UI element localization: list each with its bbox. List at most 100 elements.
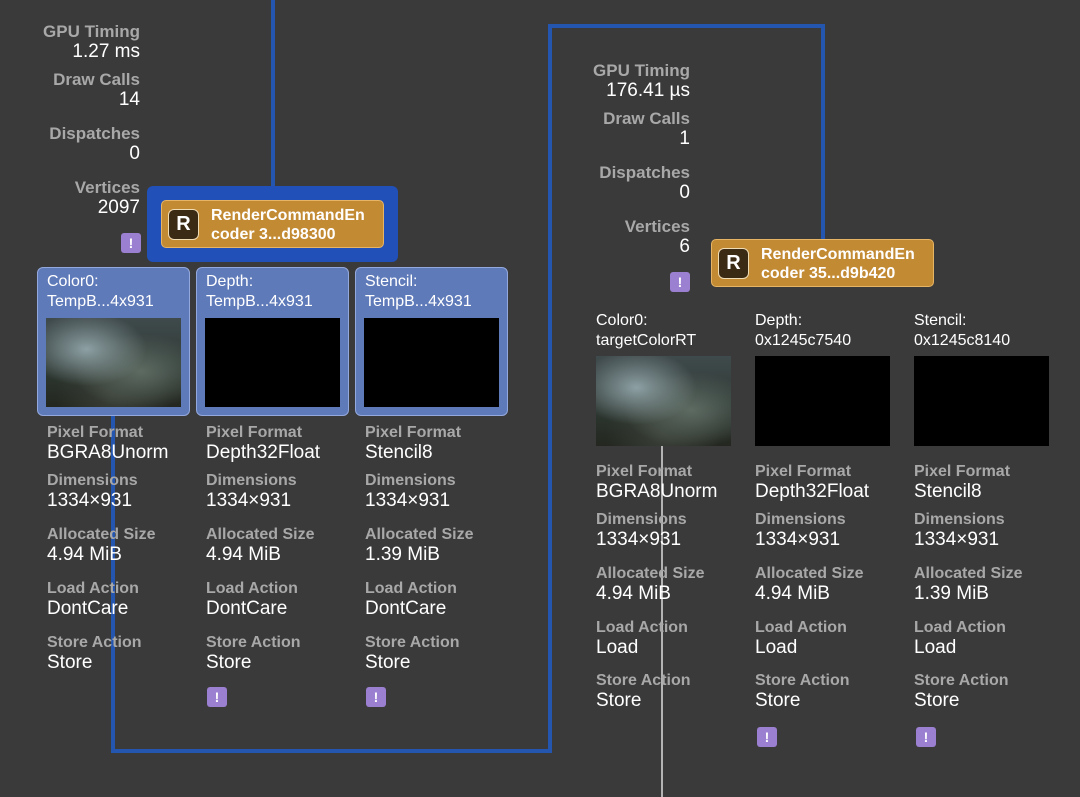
draw-calls-label: Draw Calls (53, 70, 140, 89)
attachment-title: Depth: (755, 312, 803, 329)
texture-thumbnail[interactable] (914, 356, 1049, 446)
texture-thumbnail[interactable] (596, 356, 731, 446)
dimensions-label: Dimensions (365, 472, 456, 489)
render-command-encoder-node[interactable]: R RenderCommandEn coder 3...d98300 (161, 200, 384, 248)
pixel-format-label: Pixel Format (206, 424, 303, 441)
connector-line (111, 749, 552, 753)
dispatches-label: Dispatches (599, 163, 690, 182)
attachment-title: Depth: (206, 273, 254, 290)
pixel-format-value: Stencil8 (914, 481, 982, 502)
dimensions-value: 1334×931 (206, 490, 292, 511)
warning-icon[interactable]: ! (670, 272, 690, 292)
vertices-label: Vertices (624, 217, 690, 236)
connector-line (821, 24, 825, 241)
connector-line (548, 24, 825, 28)
pixel-format-label: Pixel Format (914, 463, 1011, 480)
allocated-size-label: Allocated Size (365, 526, 474, 543)
load-action-label: Load Action (755, 619, 847, 636)
allocated-size-label: Allocated Size (755, 565, 864, 582)
store-action-label: Store Action (755, 672, 850, 689)
render-encoder-badge-icon: R (718, 248, 749, 279)
store-action-value: Store (596, 690, 642, 711)
store-action-value: Store (914, 690, 960, 711)
load-action-value: Load (914, 637, 957, 658)
draw-calls-value: 14 (118, 89, 140, 110)
dimensions-value: 1334×931 (914, 529, 1000, 550)
vertices-label: Vertices (74, 178, 140, 197)
dimensions-label: Dimensions (596, 511, 687, 528)
render-command-encoder-node[interactable]: R RenderCommandEn coder 35...d9b420 (711, 239, 934, 287)
load-action-label: Load Action (914, 619, 1006, 636)
vertices-value: 2097 (97, 197, 140, 218)
allocated-size-label: Allocated Size (596, 565, 705, 582)
draw-calls-value: 1 (679, 128, 690, 149)
pixel-format-label: Pixel Format (47, 424, 144, 441)
load-action-value: DontCare (365, 598, 447, 619)
texture-thumbnail[interactable] (46, 318, 181, 407)
encoder-label: RenderCommandEn coder 35...d9b420 (761, 246, 915, 282)
load-action-label: Load Action (206, 580, 298, 597)
dimensions-value: 1334×931 (47, 490, 133, 511)
attachment-name: TempB...4x931 (365, 293, 472, 310)
dimensions-label: Dimensions (206, 472, 297, 489)
gpu-timing-value: 176.41 µs (606, 80, 690, 101)
texture-thumbnail[interactable] (205, 318, 340, 407)
store-action-label: Store Action (47, 634, 142, 651)
encoder-label: RenderCommandEn coder 3...d98300 (211, 207, 365, 243)
draw-calls-label: Draw Calls (603, 109, 690, 128)
attachment-title: Color0: (47, 273, 99, 290)
attachment-title: Stencil: (914, 312, 967, 329)
attachment-name: TempB...4x931 (47, 293, 154, 310)
connector-line (271, 0, 275, 190)
load-action-value: DontCare (206, 598, 288, 619)
dimensions-label: Dimensions (755, 511, 846, 528)
attachment-name: targetColorRT (596, 332, 697, 349)
gpu-timing-value: 1.27 ms (72, 41, 140, 62)
load-action-value: DontCare (47, 598, 129, 619)
warning-icon[interactable]: ! (207, 687, 227, 707)
allocated-size-value: 1.39 MiB (914, 583, 989, 604)
allocated-size-value: 4.94 MiB (47, 544, 122, 565)
attachment-name: 0x1245c7540 (755, 332, 852, 349)
allocated-size-label: Allocated Size (47, 526, 156, 543)
store-action-value: Store (755, 690, 801, 711)
store-action-value: Store (47, 652, 93, 673)
warning-icon[interactable]: ! (757, 727, 777, 747)
warning-icon[interactable]: ! (121, 233, 141, 253)
allocated-size-value: 1.39 MiB (365, 544, 440, 565)
store-action-label: Store Action (206, 634, 301, 651)
allocated-size-value: 4.94 MiB (755, 583, 830, 604)
dispatches-value: 0 (129, 143, 140, 164)
store-action-label: Store Action (914, 672, 1009, 689)
attachment-title: Stencil: (365, 273, 418, 290)
attachment-name: TempB...4x931 (206, 293, 313, 310)
texture-thumbnail[interactable] (755, 356, 890, 446)
pixel-format-label: Pixel Format (365, 424, 462, 441)
load-action-value: Load (755, 637, 798, 658)
dimensions-label: Dimensions (914, 511, 1005, 528)
pixel-format-value: BGRA8Unorm (47, 442, 169, 463)
dispatches-value: 0 (679, 182, 690, 203)
allocated-size-value: 4.94 MiB (596, 583, 671, 604)
load-action-label: Load Action (365, 580, 457, 597)
pixel-format-value: BGRA8Unorm (596, 481, 718, 502)
vertices-value: 6 (679, 236, 690, 257)
attachment-name: 0x1245c8140 (914, 332, 1011, 349)
dimensions-value: 1334×931 (755, 529, 841, 550)
store-action-label: Store Action (596, 672, 691, 689)
texture-thumbnail[interactable] (364, 318, 499, 407)
load-action-label: Load Action (596, 619, 688, 636)
warning-icon[interactable]: ! (366, 687, 386, 707)
store-action-value: Store (206, 652, 252, 673)
dimensions-label: Dimensions (47, 472, 138, 489)
attachment-title: Color0: (596, 312, 648, 329)
store-action-label: Store Action (365, 634, 460, 651)
allocated-size-label: Allocated Size (914, 565, 1023, 582)
pixel-format-value: Depth32Float (206, 442, 321, 463)
pixel-format-label: Pixel Format (755, 463, 852, 480)
dimensions-value: 1334×931 (596, 529, 682, 550)
warning-icon[interactable]: ! (916, 727, 936, 747)
dimensions-value: 1334×931 (365, 490, 451, 511)
pixel-format-label: Pixel Format (596, 463, 693, 480)
load-action-label: Load Action (47, 580, 139, 597)
